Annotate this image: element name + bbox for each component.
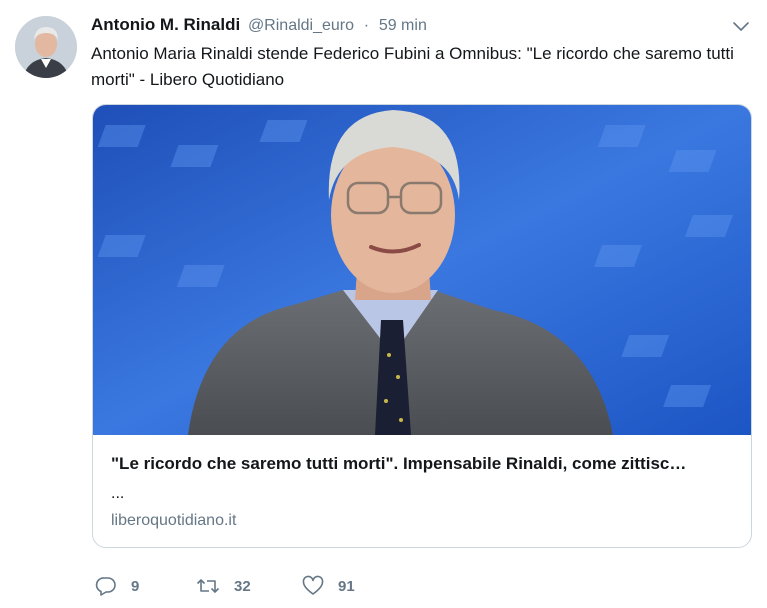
reply-button[interactable]: 9 (95, 574, 139, 598)
card-description: ... (111, 485, 125, 502)
tweet-header: Antonio M. Rinaldi @Rinaldi_euro · 59 mi… (91, 13, 427, 38)
reply-count: 9 (131, 577, 140, 595)
link-card[interactable]: "Le ricordo che saremo tutti morti". Imp… (92, 104, 752, 548)
card-image (93, 105, 751, 435)
card-title: "Le ricordo che saremo tutti morti". Imp… (111, 454, 687, 473)
retweet-icon (196, 579, 220, 593)
tweet[interactable]: Antonio M. Rinaldi @Rinaldi_euro · 59 mi… (0, 0, 767, 608)
reply-icon (95, 577, 116, 596)
avatar-image (15, 16, 77, 78)
heart-icon (302, 575, 324, 595)
like-count: 91 (338, 577, 355, 595)
like-button[interactable]: 91 (302, 574, 355, 598)
author-name[interactable]: Antonio M. Rinaldi (91, 15, 240, 34)
author-handle[interactable]: @Rinaldi_euro (248, 17, 354, 34)
avatar[interactable] (15, 16, 77, 78)
card-domain: liberoquotidiano.it (111, 512, 237, 529)
chevron-down-icon[interactable] (731, 19, 751, 35)
timestamp[interactable]: 59 min (379, 17, 427, 34)
retweet-count: 32 (234, 577, 251, 595)
header-separator: · (363, 17, 370, 34)
retweet-button[interactable]: 32 (196, 574, 251, 598)
tweet-text: Antonio Maria Rinaldi stende Federico Fu… (91, 44, 734, 89)
